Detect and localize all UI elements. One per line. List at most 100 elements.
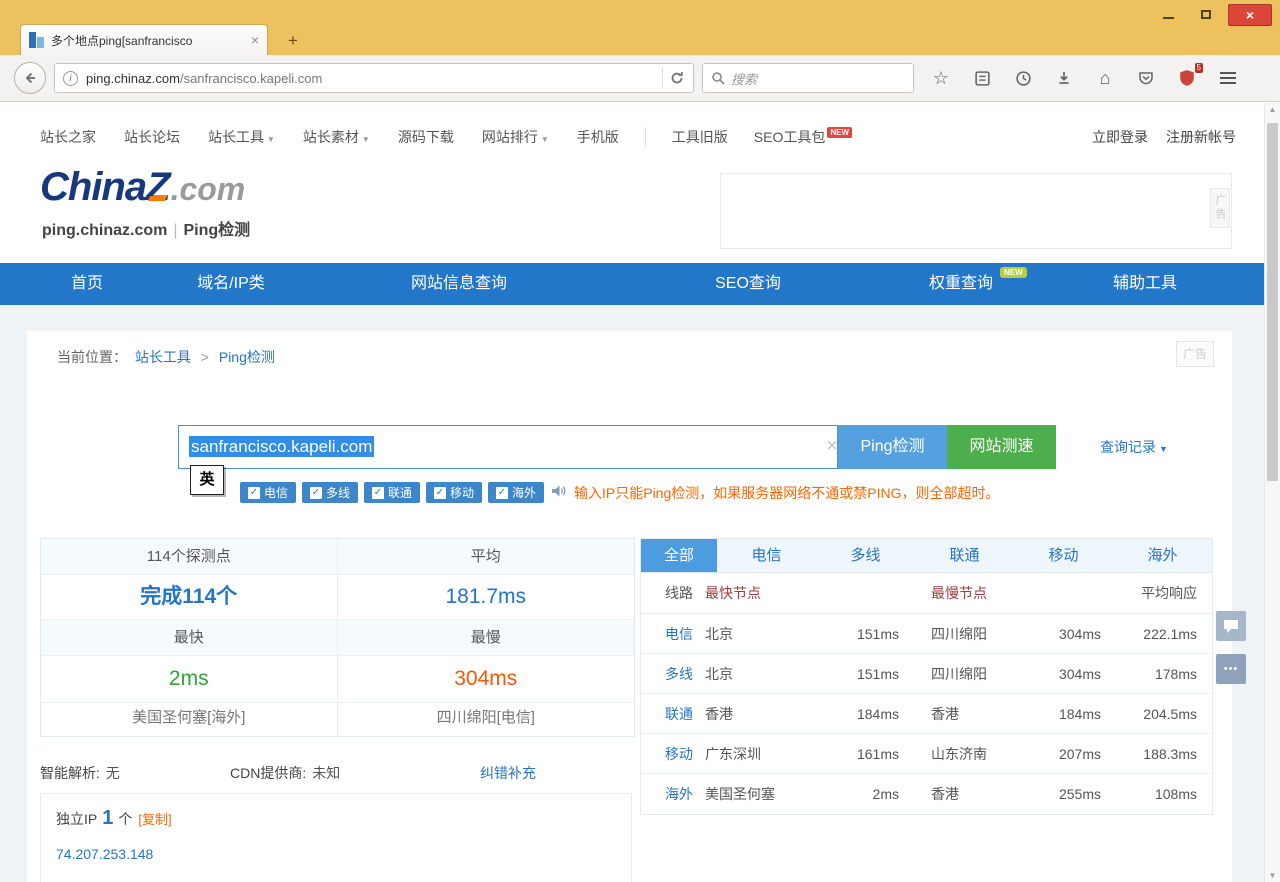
register-link[interactable]: 注册新帐号 xyxy=(1166,127,1236,147)
url-text[interactable]: ping.chinaz.com/sanfrancisco.kapeli.com xyxy=(86,71,656,86)
search-bar[interactable]: 搜索 xyxy=(702,63,914,93)
chevron-down-icon: ▼ xyxy=(361,135,370,144)
line-unicom-checkbox[interactable]: ✓ 联通 xyxy=(364,482,420,503)
line-name[interactable]: 联通 xyxy=(641,704,705,724)
breadcrumb: 当前位置： 站长工具 > Ping检测 xyxy=(57,347,279,367)
pocket-icon[interactable] xyxy=(1135,67,1157,89)
scroll-up-icon[interactable]: ▲ xyxy=(1265,105,1280,114)
toolbar-icons: ☆ ⌂ 5 xyxy=(930,63,1239,89)
login-link[interactable]: 立即登录 xyxy=(1092,127,1148,147)
nav-home[interactable]: 首页 xyxy=(71,263,103,305)
new-badge: NEW xyxy=(827,127,853,138)
breadcrumb-tools-link[interactable]: 站长工具 xyxy=(135,349,191,365)
ping-check-button[interactable]: Ping检测 xyxy=(838,425,947,469)
chinaz-logo[interactable]: ChinaZ.com xyxy=(40,165,245,210)
site-info-icon[interactable]: i xyxy=(63,70,78,86)
breadcrumb-page-link[interactable]: Ping检测 xyxy=(219,349,275,365)
slow-node: 四川绵阳 xyxy=(931,625,987,642)
history-icon[interactable] xyxy=(1012,67,1034,89)
maximize-icon xyxy=(1201,9,1211,19)
nav-weight[interactable]: 权重查询 xyxy=(929,263,993,305)
line-overseas-checkbox[interactable]: ✓ 海外 xyxy=(488,482,544,503)
topnav-bbs-link[interactable]: 站长论坛 xyxy=(124,127,180,147)
maximize-button[interactable] xyxy=(1190,4,1222,24)
back-button[interactable] xyxy=(14,62,46,94)
topnav-source-link[interactable]: 源码下载 xyxy=(398,127,454,147)
downloads-icon[interactable] xyxy=(1053,67,1075,89)
scroll-down-icon[interactable]: ▼ xyxy=(1265,871,1280,880)
line-name[interactable]: 海外 xyxy=(641,784,705,804)
search-icon xyxy=(712,72,725,85)
logo-z: Z xyxy=(146,165,171,209)
line-name[interactable]: 移动 xyxy=(641,744,705,764)
fast-ms: 2ms xyxy=(872,786,899,802)
topnav-home-link[interactable]: 站长之家 xyxy=(40,127,96,147)
summary-panel: 114个探测点 平均 完成114个 181.7ms 最快 最慢 2ms 304m… xyxy=(40,538,635,737)
ping-input[interactable]: sanfrancisco.kapeli.com xyxy=(178,425,838,469)
tab-unicom[interactable]: 联通 xyxy=(915,539,1014,572)
line-name[interactable]: 多线 xyxy=(641,664,705,684)
tab-telecom[interactable]: 电信 xyxy=(717,539,816,572)
line-telecom-checkbox[interactable]: ✓ 电信 xyxy=(240,482,296,503)
nav-site-info[interactable]: 网站信息查询 xyxy=(411,263,507,305)
fast-node: 广东深圳 xyxy=(705,745,761,762)
ad-label: 广告 xyxy=(1210,188,1230,228)
slow-ms: 304ms xyxy=(1058,665,1101,682)
fast-node: 香港 xyxy=(705,705,733,722)
correction-link[interactable]: 纠错补充 xyxy=(480,763,536,783)
close-button[interactable]: × xyxy=(1228,4,1272,26)
topnav-ranking-link[interactable]: 网站排行 ▼ xyxy=(482,127,549,147)
tab-close-icon[interactable]: × xyxy=(251,32,259,48)
speed-test-button[interactable]: 网站测速 xyxy=(947,425,1056,469)
scrollbar-thumb[interactable] xyxy=(1267,123,1278,481)
nav-domain-ip[interactable]: 域名/IP类 xyxy=(197,263,265,305)
ip-address-link[interactable]: 74.207.253.148 xyxy=(56,846,153,862)
ime-indicator[interactable]: 英 xyxy=(190,465,224,495)
nav-seo[interactable]: SEO查询 xyxy=(715,263,781,305)
slowest-location: 四川绵阳[电信] xyxy=(436,709,535,726)
seo-pack-link[interactable]: SEO工具包 NEW xyxy=(754,127,853,147)
line-name[interactable]: 电信 xyxy=(641,624,705,644)
query-history-link[interactable]: 查询记录 ▼ xyxy=(1100,437,1168,457)
more-options-button[interactable]: ••• xyxy=(1216,654,1246,684)
line-mobile-checkbox[interactable]: ✓ 移动 xyxy=(426,482,482,503)
avg-ms: 178ms xyxy=(1154,665,1197,682)
fast-node: 北京 xyxy=(705,625,733,642)
old-tools-link[interactable]: 工具旧版 xyxy=(672,127,728,147)
bookmarks-menu-icon[interactable] xyxy=(971,67,993,89)
ip-copy-link[interactable]: [复制] xyxy=(138,812,171,827)
nav-aux-tools[interactable]: 辅助工具 xyxy=(1113,263,1177,305)
browser-tab[interactable]: 多个地点ping[sanfrancisco × xyxy=(20,24,268,55)
chevron-down-icon: ▼ xyxy=(267,135,275,144)
menu-icon[interactable] xyxy=(1217,67,1239,89)
url-path: /sanfrancisco.kapeli.com xyxy=(179,70,323,86)
result-row-unicom: 联通 香港 184ms 香港 184ms 204.5ms xyxy=(641,694,1212,734)
site-topnav: 站长之家 站长论坛 站长工具 ▼ 站长素材 ▼ 源码下载 网站排行 ▼ 手机版 工具旧… xyxy=(40,127,1236,147)
tab-mobile[interactable]: 移动 xyxy=(1014,539,1113,572)
reload-icon[interactable] xyxy=(669,70,685,86)
checkbox-checked-icon: ✓ xyxy=(433,486,446,499)
fastest-header: 最快 xyxy=(41,620,338,655)
tab-multi[interactable]: 多线 xyxy=(816,539,915,572)
vertical-scrollbar[interactable]: ▲ ▼ xyxy=(1264,103,1280,882)
tab-overseas[interactable]: 海外 xyxy=(1113,539,1212,572)
slow-ms: 255ms xyxy=(1058,786,1101,802)
new-tab-button[interactable]: + xyxy=(282,30,304,52)
feedback-chat-button[interactable] xyxy=(1216,611,1246,641)
url-bar[interactable]: i ping.chinaz.com/sanfrancisco.kapeli.co… xyxy=(54,63,694,93)
topnav-mobile-link[interactable]: 手机版 xyxy=(577,127,619,147)
bookmark-star-icon[interactable]: ☆ xyxy=(930,67,952,89)
header-slowest-node: 最慢节点 xyxy=(931,585,987,601)
topnav-tools-link[interactable]: 站长工具 ▼ xyxy=(208,127,275,147)
line-multi-checkbox[interactable]: ✓ 多线 xyxy=(302,482,358,503)
ublock-icon[interactable]: 5 xyxy=(1176,63,1203,89)
tab-all[interactable]: 全部 xyxy=(641,539,717,572)
minimize-button[interactable] xyxy=(1152,4,1184,24)
topnav-account: 立即登录 注册新帐号 xyxy=(1092,127,1236,147)
breadcrumb-separator: > xyxy=(200,349,209,365)
points-value: 完成114个 xyxy=(41,575,338,619)
topnav-material-link[interactable]: 站长素材 ▼ xyxy=(303,127,370,147)
ip-summary-line: 独立IP 1 个 [复制] xyxy=(56,807,172,830)
ublock-badge: 5 xyxy=(1194,63,1203,73)
home-icon[interactable]: ⌂ xyxy=(1094,67,1116,89)
